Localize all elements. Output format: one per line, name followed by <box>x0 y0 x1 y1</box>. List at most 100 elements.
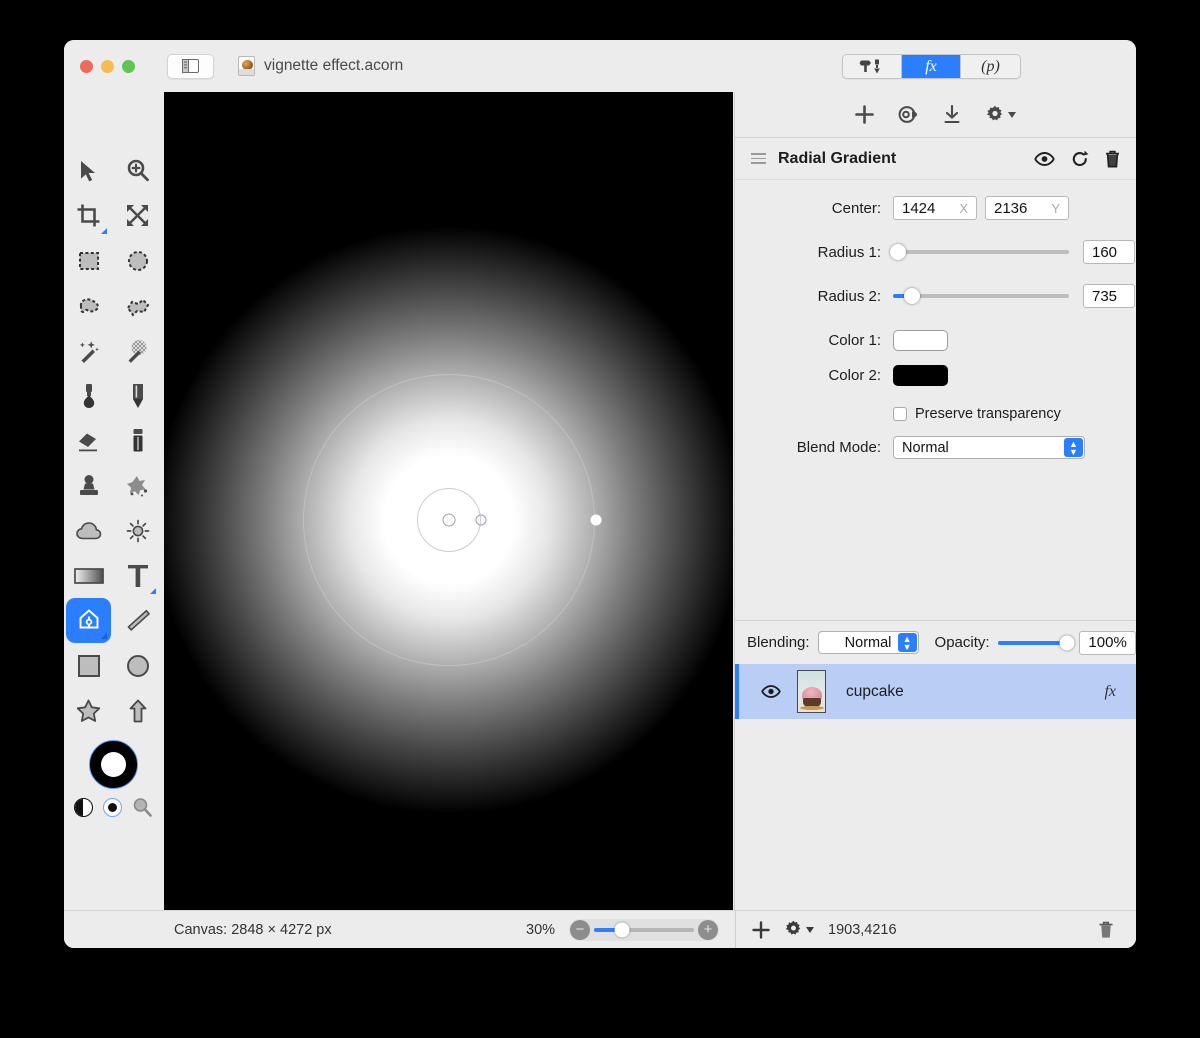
rectangle-tool[interactable] <box>66 643 111 688</box>
lasso-tool[interactable] <box>66 283 111 328</box>
eye-icon[interactable] <box>761 685 781 698</box>
tool-options-corner <box>101 228 107 234</box>
tab-presets[interactable]: (p) <box>961 55 1020 78</box>
sidebar-toggle-icon <box>182 59 199 73</box>
healing-tool[interactable] <box>115 463 160 508</box>
table-row[interactable]: cupcake fx <box>735 664 1136 719</box>
tab-filters-label: fx <box>925 57 937 75</box>
zoom-out-icon[interactable]: − <box>570 919 590 940</box>
layer-blending-toolbar: Blending: Normal ▲ ▼ Opacity: 100% <box>735 621 1136 664</box>
sidebar-toggle-button[interactable] <box>167 53 214 79</box>
transform-tool[interactable] <box>115 193 160 238</box>
eye-visibility-icon[interactable] <box>1034 151 1055 166</box>
foreground-background-color-swatch[interactable] <box>88 740 138 789</box>
radius2-slider[interactable] <box>893 288 1069 304</box>
delete-filter-icon[interactable] <box>1105 150 1120 168</box>
opacity-slider[interactable] <box>997 635 1075 650</box>
line-tool[interactable] <box>115 598 160 643</box>
magic-wand-tool[interactable] <box>66 328 111 373</box>
hamburger-drag-icon[interactable] <box>751 153 766 164</box>
smudge-tool[interactable] <box>115 418 160 463</box>
blend-mode-row: Blend Mode: Normal ▲ ▼ <box>735 436 1136 459</box>
tab-tools[interactable] <box>843 55 902 78</box>
preserve-transparency-row: Preserve transparency <box>735 406 1136 422</box>
move-tool[interactable] <box>66 148 111 193</box>
arrow-shape-icon <box>129 699 146 722</box>
zoom-slider[interactable]: − + <box>569 918 719 941</box>
add-layer-icon[interactable] <box>752 920 770 939</box>
arrow-tool[interactable] <box>115 688 160 733</box>
layer-status-controls: 1903,4216 <box>752 920 897 939</box>
default-colors-icon[interactable] <box>102 798 122 817</box>
gradient-tool[interactable] <box>66 553 111 598</box>
center-y-input[interactable]: 2136 Y <box>985 196 1069 220</box>
brush-tool[interactable] <box>66 373 111 418</box>
radius1-input[interactable]: 160 <box>1083 240 1135 264</box>
tab-filters[interactable]: fx <box>902 55 961 78</box>
text-tool[interactable] <box>115 553 160 598</box>
instant-alpha-tool[interactable] <box>115 328 160 373</box>
center-x-input[interactable]: 1424 X <box>893 196 977 220</box>
close-button[interactable] <box>80 59 93 73</box>
layers-list: cupcake fx <box>735 664 1136 948</box>
add-filter-icon[interactable] <box>855 105 874 124</box>
blend-mode-select[interactable]: Normal ▲ ▼ <box>893 436 1085 459</box>
radius1-slider[interactable] <box>890 244 1069 260</box>
radius2-input[interactable]: 735 <box>1083 284 1135 308</box>
blur-tool[interactable] <box>66 508 111 553</box>
minimize-button[interactable] <box>101 59 114 73</box>
color1-swatch[interactable] <box>893 330 948 351</box>
dodge-burn-tool[interactable] <box>115 508 160 553</box>
star-tool[interactable] <box>66 688 111 733</box>
radius2-handle[interactable] <box>590 514 601 526</box>
filter-settings-gear-icon[interactable] <box>985 105 1016 125</box>
crop-tool[interactable] <box>66 193 111 238</box>
zoom-tool[interactable] <box>115 148 160 193</box>
chevron-updown-icon: ▲ ▼ <box>1064 438 1083 457</box>
cupcake-thumbnail <box>797 670 826 713</box>
rectangle-marquee-icon <box>78 251 99 270</box>
ellipse-select-tool[interactable] <box>115 238 160 283</box>
opacity-input[interactable]: 100% <box>1079 630 1136 655</box>
opacity-slider-knob[interactable] <box>1059 635 1075 650</box>
layer-blending-select[interactable]: Normal ▲ ▼ <box>817 631 919 654</box>
image-canvas[interactable] <box>164 92 733 917</box>
clone-stamp-tool[interactable] <box>66 463 111 508</box>
polygon-lasso-tool[interactable] <box>115 283 160 328</box>
swap-colors-icon[interactable] <box>73 798 93 817</box>
filter-presets-icon[interactable] <box>898 105 919 124</box>
foreground-color[interactable] <box>100 752 126 777</box>
eraser-tool[interactable] <box>66 418 111 463</box>
layer-blending-value: Normal <box>844 634 892 651</box>
layer-fx-badge[interactable]: fx <box>1104 683 1116 701</box>
zoom-slider-track[interactable] <box>594 922 694 937</box>
color2-row: Color 2: <box>735 365 1136 386</box>
panel-mode-segmented-control[interactable]: fx (p) <box>842 54 1021 79</box>
rect-select-tool[interactable] <box>66 238 111 283</box>
radius1-slider-knob[interactable] <box>890 244 907 260</box>
bezier-pen-tool[interactable] <box>66 598 111 643</box>
layer-settings-gear-icon[interactable] <box>784 920 814 939</box>
zoom-in-icon[interactable]: + <box>698 919 718 940</box>
reset-filter-icon[interactable] <box>1071 150 1089 168</box>
radius1-handle[interactable] <box>475 514 486 526</box>
download-filter-icon[interactable] <box>943 105 961 124</box>
zoom-button[interactable] <box>122 59 135 73</box>
lasso-icon <box>79 297 99 313</box>
color-picker-magnifier-icon[interactable] <box>132 797 153 818</box>
document-title-group[interactable]: vignette effect.acorn <box>238 56 403 76</box>
arrow-cursor-icon <box>80 160 95 181</box>
center-handle[interactable] <box>442 513 455 527</box>
pencil-tool[interactable] <box>115 373 160 418</box>
color-widget <box>64 740 162 818</box>
preserve-transparency-checkbox[interactable] <box>893 407 907 421</box>
star-shape-icon <box>76 699 101 722</box>
delete-layer-trash-icon[interactable] <box>1098 921 1114 939</box>
center-x-unit: X <box>959 200 968 216</box>
ellipse-tool[interactable] <box>115 643 160 688</box>
color2-swatch[interactable] <box>893 365 948 386</box>
zoom-slider-knob[interactable] <box>614 922 630 937</box>
radius2-slider-knob[interactable] <box>904 288 921 304</box>
circle-shape-icon <box>126 654 149 677</box>
tools-grid <box>64 92 162 733</box>
